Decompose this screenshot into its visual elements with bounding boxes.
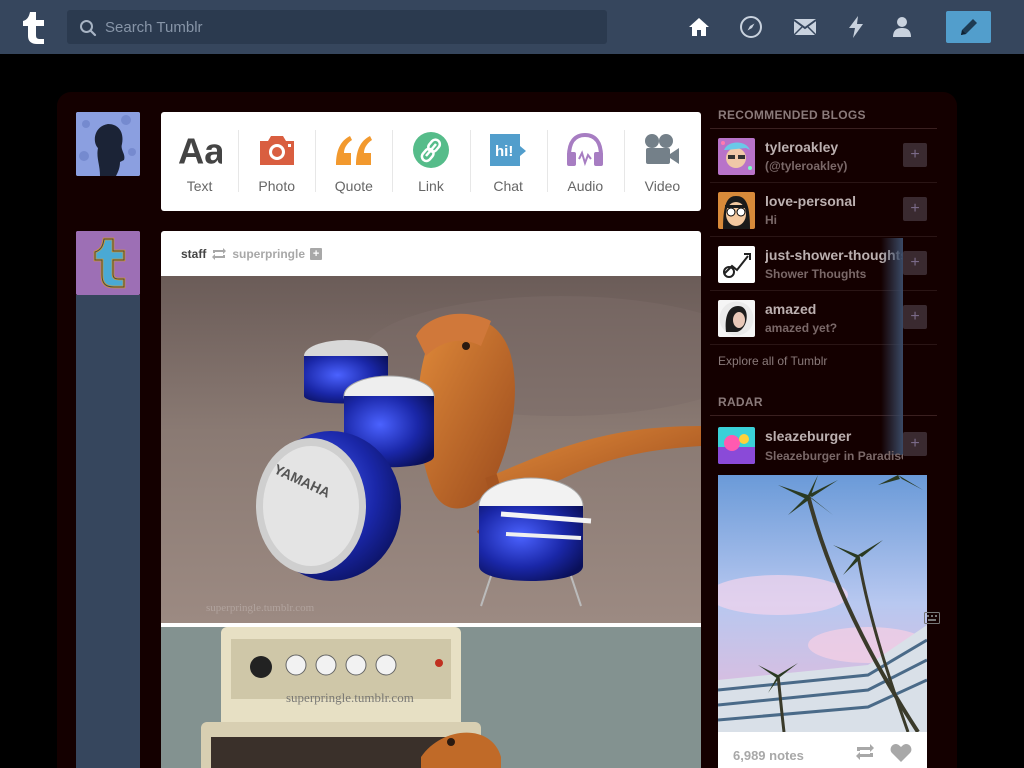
blog-avatar[interactable] (718, 138, 755, 175)
avatar-sticky-column (76, 295, 140, 768)
activity-icon[interactable] (844, 15, 868, 39)
inbox-icon[interactable] (793, 15, 817, 39)
photo-watermark: superpringle.tumblr.com (286, 690, 414, 705)
follow-button[interactable]: + (903, 143, 927, 167)
recommended-blogs-title: RECOMMENDED BLOGS (710, 108, 937, 129)
chat-icon: hi! (486, 130, 530, 170)
home-icon[interactable] (687, 15, 711, 39)
post-type-link[interactable]: Link (392, 112, 469, 211)
post-type-label: Chat (493, 178, 523, 194)
radar-post-footer: 6,989 notes (718, 732, 927, 768)
blog-title: (@tyleroakley) (765, 159, 848, 173)
compose-button[interactable] (946, 11, 991, 43)
blog-avatar[interactable] (718, 246, 755, 283)
recommended-blog-item[interactable]: love-personal Hi + (710, 183, 937, 237)
top-navigation-bar (0, 0, 1024, 54)
follow-button[interactable]: + (903, 305, 927, 329)
blog-avatar[interactable] (718, 192, 755, 229)
user-avatar[interactable] (76, 112, 140, 176)
keyboard-shortcuts-icon[interactable] (924, 612, 940, 624)
like-heart-icon[interactable] (890, 743, 912, 763)
blog-title: Hi (765, 213, 777, 227)
explore-icon[interactable] (739, 15, 763, 39)
blog-avatar[interactable] (718, 427, 755, 464)
right-sidebar: RECOMMENDED BLOGS tyleroakley (@tyleroak… (710, 108, 937, 768)
reblogged-from-link[interactable]: superpringle (232, 247, 305, 261)
post-type-photo[interactable]: Photo (238, 112, 315, 211)
post-photo-lizard-drums[interactable]: YAMAHA superpringle.tumblr.com (161, 276, 701, 623)
account-icon[interactable] (890, 15, 914, 39)
post-photo-lizard-amp[interactable]: superpringle.tumblr.com (161, 627, 701, 768)
photo-icon (255, 130, 299, 170)
blog-name[interactable]: sleazeburger (765, 428, 903, 444)
photo-watermark: superpringle.tumblr.com (206, 602, 315, 614)
dashboard-post: staff superpringle + YAMAHA superpringle… (161, 231, 701, 768)
post-type-label: Video (644, 178, 681, 194)
tumblr-logo-icon[interactable] (16, 9, 52, 45)
post-type-label: Text (186, 178, 213, 194)
text-icon: Aa (178, 130, 222, 170)
post-type-label: Audio (567, 178, 604, 194)
post-type-audio[interactable]: Audio (546, 112, 624, 211)
post-type-quote[interactable]: Quote (315, 112, 392, 211)
blog-name[interactable]: tyleroakley (765, 139, 903, 155)
post-type-text[interactable]: Aa Text (161, 112, 238, 211)
follow-plus-button[interactable]: + (310, 247, 323, 260)
follow-button[interactable]: + (903, 251, 927, 275)
quote-icon (332, 130, 376, 170)
link-icon (409, 130, 453, 170)
blog-title: Sleazeburger in Paradise (765, 449, 903, 463)
post-author-avatar[interactable] (76, 231, 140, 295)
svg-text:hi!: hi! (495, 143, 513, 160)
post-type-label: Quote (334, 178, 373, 194)
svg-text:Aa: Aa (178, 132, 222, 168)
follow-button[interactable]: + (903, 197, 927, 221)
post-type-label: Link (418, 178, 444, 194)
post-author-link[interactable]: staff (181, 247, 206, 261)
search-input[interactable] (105, 10, 595, 44)
pencil-icon (960, 19, 977, 35)
reblog-icon (212, 247, 227, 260)
post-type-label: Photo (258, 178, 295, 194)
search-bar[interactable] (67, 10, 607, 44)
recommended-blog-item[interactable]: tyleroakley (@tyleroakley) + (710, 129, 937, 183)
audio-icon (563, 130, 607, 170)
video-icon (640, 130, 684, 170)
search-icon (80, 20, 97, 37)
radar-photo-palms[interactable] (718, 475, 927, 732)
blog-avatar[interactable] (718, 300, 755, 337)
radar-blog-item[interactable]: sleazeburger Sleazeburger in Paradise + (710, 416, 937, 470)
reblog-icon[interactable] (855, 744, 875, 760)
post-type-bar: Aa Text Photo Quote Link hi! Chat Audio (161, 112, 701, 211)
post-type-video[interactable]: Video (623, 112, 701, 211)
blog-name[interactable]: love-personal (765, 193, 903, 209)
post-type-chat[interactable]: hi! Chat (469, 112, 547, 211)
notes-count[interactable]: 6,989 notes (733, 748, 804, 763)
follow-button[interactable]: + (903, 432, 927, 456)
post-header: staff superpringle + (161, 231, 701, 276)
